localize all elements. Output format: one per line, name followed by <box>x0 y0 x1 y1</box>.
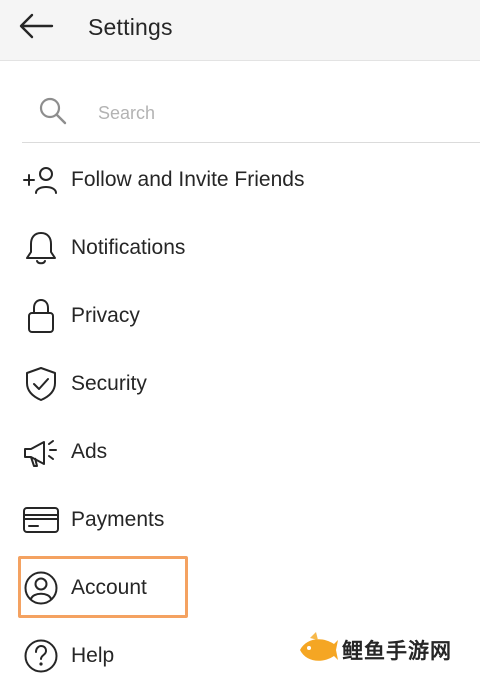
menu-item-privacy[interactable]: Privacy <box>0 284 480 348</box>
add-person-icon <box>22 162 60 198</box>
top-bar: Settings <box>0 0 480 61</box>
menu-item-label: Payments <box>71 508 165 531</box>
shield-check-icon <box>22 366 60 402</box>
search-icon <box>38 96 68 131</box>
account-circle-icon <box>22 570 60 606</box>
menu-item-payments[interactable]: Payments <box>0 488 480 552</box>
help-circle-icon <box>22 638 60 674</box>
watermark-logo: 鲤鱼手游网 <box>296 630 452 670</box>
page-title: Settings <box>88 14 173 40</box>
menu-item-account[interactable]: Account <box>0 556 480 620</box>
menu-item-security[interactable]: Security <box>0 352 480 416</box>
watermark-text: 鲤鱼手游网 <box>342 639 452 663</box>
back-button[interactable] <box>16 8 56 44</box>
menu-item-label: Account <box>71 576 147 599</box>
menu-item-label: Follow and Invite Friends <box>71 168 305 191</box>
bell-icon <box>22 230 60 266</box>
search-bar[interactable] <box>22 86 480 143</box>
arrow-left-icon <box>19 13 54 39</box>
menu-item-label: Notifications <box>71 236 186 259</box>
fish-logo-icon <box>300 632 338 661</box>
search-input[interactable] <box>96 96 460 130</box>
menu-item-label: Ads <box>71 440 108 463</box>
menu-item-label: Privacy <box>71 304 140 327</box>
lock-icon <box>22 298 60 334</box>
menu-item-label: Security <box>71 372 147 395</box>
menu-item-label: Help <box>71 644 115 667</box>
megaphone-icon <box>22 434 60 470</box>
menu-item-follow-invite[interactable]: Follow and Invite Friends <box>0 148 480 212</box>
credit-card-icon <box>22 502 60 538</box>
menu-item-ads[interactable]: Ads <box>0 420 480 484</box>
menu-item-notifications[interactable]: Notifications <box>0 216 480 280</box>
